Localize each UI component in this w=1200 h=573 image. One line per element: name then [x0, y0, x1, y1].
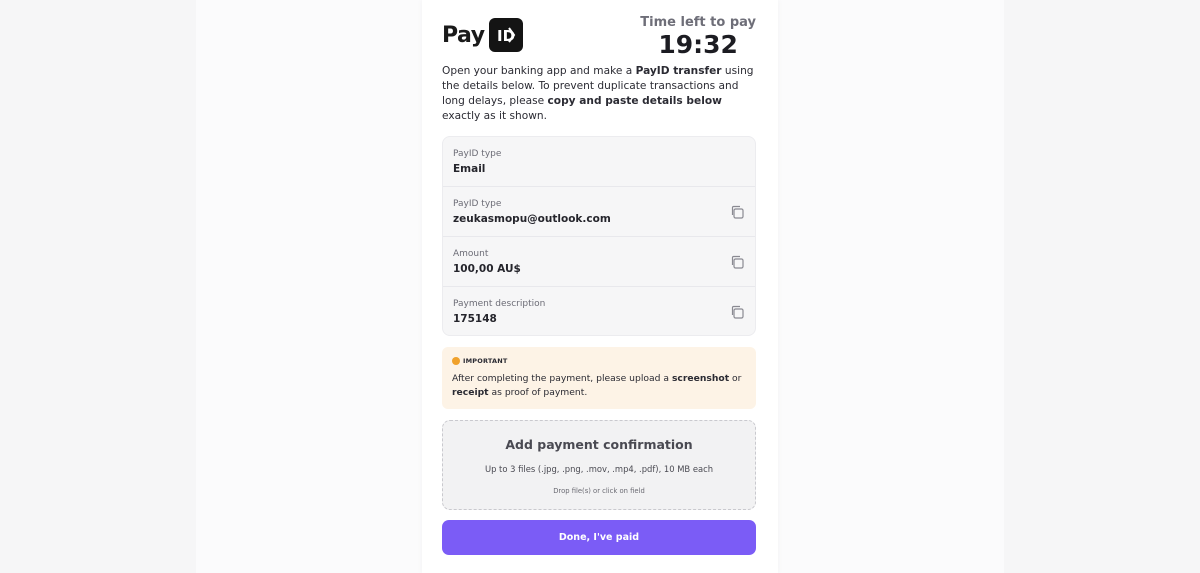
upload-subtext: Drop file(s) or click on field	[553, 487, 645, 495]
header: Pay ID Time left to pay 19:32	[442, 12, 758, 62]
detail-value: 175148	[453, 313, 497, 325]
timer-value: 19:32	[658, 30, 738, 59]
intro-bold: PayID transfer	[635, 65, 722, 77]
timer-label: Time left to pay	[640, 15, 756, 30]
instructions-text: Open your banking app and make a PayID t…	[442, 64, 760, 124]
notice-title: IMPORTANT	[463, 357, 508, 365]
detail-label: Amount	[453, 249, 489, 259]
notice-part: or	[729, 373, 742, 384]
notice-header: IMPORTANT	[452, 357, 508, 365]
payment-details: PayID type Email PayID type zeukasmopu@o…	[442, 136, 756, 336]
notice-text: After completing the payment, please upl…	[452, 372, 742, 400]
intro-bold: copy and paste details below	[547, 95, 722, 107]
payid-badge-icon: ID	[497, 27, 515, 45]
detail-label: PayID type	[453, 149, 502, 159]
detail-value: zeukasmopu@outlook.com	[453, 213, 611, 225]
important-notice: IMPORTANT After completing the payment, …	[442, 347, 756, 409]
detail-value: Email	[453, 163, 486, 175]
detail-label: PayID type	[453, 199, 502, 209]
upload-title: Add payment confirmation	[505, 437, 693, 452]
notice-part: After completing the payment, please upl…	[452, 373, 672, 384]
detail-value: 100,00 AU$	[453, 263, 521, 275]
copy-icon[interactable]	[730, 205, 744, 219]
detail-label: Payment description	[453, 299, 546, 309]
detail-row-description: Payment description 175148	[443, 287, 755, 335]
detail-row-amount: Amount 100,00 AU$	[443, 237, 755, 287]
logo-word: Pay	[442, 22, 485, 48]
notice-part: as proof of payment.	[488, 387, 588, 398]
countdown-timer: Time left to pay 19:32	[640, 15, 756, 60]
detail-row-payid: PayID type zeukasmopu@outlook.com	[443, 187, 755, 237]
payment-card: Pay ID Time left to pay 19:32 Open your …	[422, 0, 778, 573]
logo-badge: ID	[488, 18, 523, 52]
intro-part: Open your banking app and make a	[442, 65, 636, 77]
payid-logo: Pay ID	[442, 17, 523, 53]
intro-part: exactly as it shown.	[442, 110, 547, 122]
copy-icon[interactable]	[730, 255, 744, 269]
warning-icon	[452, 357, 460, 365]
upload-dropzone[interactable]: Add payment confirmation Up to 3 files (…	[442, 420, 756, 510]
notice-bold: receipt	[452, 387, 489, 398]
detail-row-payid-type: PayID type Email	[443, 137, 755, 187]
done-paid-button[interactable]: Done, I've paid	[442, 520, 756, 555]
upload-hint: Up to 3 files (.jpg, .png, .mov, .mp4, .…	[484, 464, 714, 474]
copy-icon[interactable]	[730, 305, 744, 319]
notice-bold: screenshot	[671, 373, 730, 384]
